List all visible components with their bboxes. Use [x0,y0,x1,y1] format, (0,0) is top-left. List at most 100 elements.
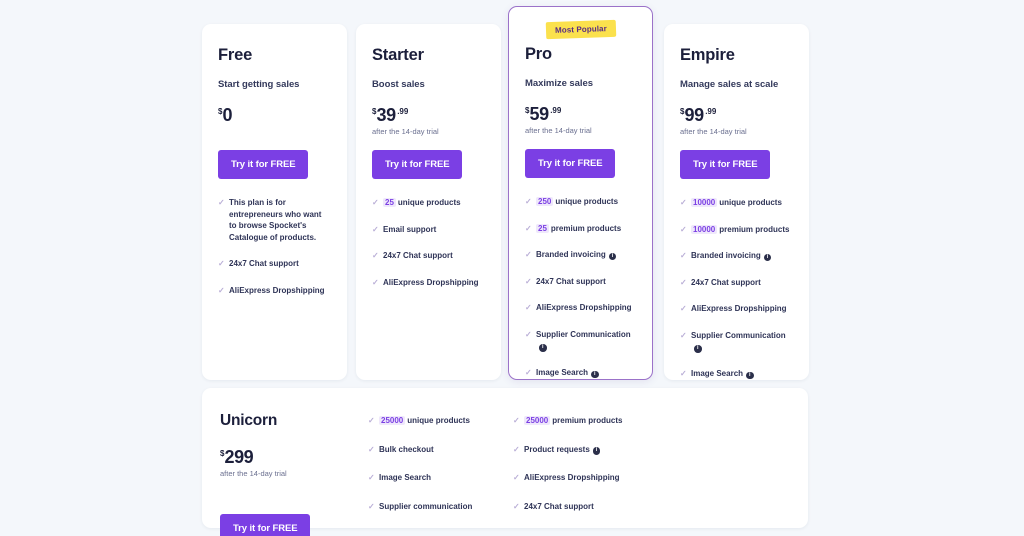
check-icon: ✓ [368,416,375,425]
feature-label: AliExpress Dropshipping [524,473,620,483]
trial-note: after the 14-day trial [372,127,439,136]
feature-quantity: 10000 [691,198,718,207]
check-icon: ✓ [525,197,532,206]
feature-item: ✓ AliExpress Dropshipping [513,472,622,484]
feature-label: 25 unique products [383,198,461,207]
feature-quantity: 10000 [691,224,718,234]
plan-card-empire: Empire Manage sales at scale $99.99 after t… [664,24,809,380]
info-icon[interactable]: i [694,345,702,353]
price-cents: .99 [705,107,717,116]
plan-card-row: Free Start getting sales $0 Try it for FREE… [202,6,816,380]
feature-item: ✓ Image Search [368,472,513,484]
check-icon: ✓ [680,304,687,314]
info-icon[interactable]: i [592,447,601,455]
try-free-button-pro[interactable]: Try it for FREE [525,149,616,178]
trial-note [218,127,331,137]
feature-list: ✓ 25 unique products ✓ Email support ✓ 24x7 Ch… [372,197,485,288]
feature-label: AliExpress Dropshipping [229,285,325,295]
plan-price: $99.99 [680,106,793,124]
feature-item: ✓ 10000 unique products [680,197,793,209]
price-cents: .99 [397,107,409,116]
feature-item: ✓ Branded invoicing i [680,250,793,262]
feature-item: ✓ AliExpress Dropshipping [218,285,331,297]
plan-price: $0 [218,106,331,124]
info-icon[interactable]: i [539,344,547,352]
unicorn-feature-column-1: ✓ 25000 unique products ✓ Bulk checkout ✓ Imag… [368,412,513,528]
plan-card-starter: Starter Boost sales $39.99 after the 14-day… [356,24,501,380]
check-icon: ✓ [680,277,687,287]
feature-item: ✓ Email support [372,224,485,236]
info-icon[interactable]: i [746,371,754,380]
feature-quantity: 25000 [524,416,551,425]
check-icon: ✓ [680,369,687,379]
price-amount: 0 [222,105,233,125]
feature-item: ✓ Supplier Communicationi [525,329,636,352]
feature-label: 10000 premium products [691,224,790,234]
unicorn-trial-note: after the 14-day trial [220,469,287,478]
feature-label: 10000 unique products [691,198,782,207]
check-icon: ✓ [525,303,532,313]
unicorn-try-free-button[interactable]: Try it for FREE [220,514,311,536]
feature-label: This plan is for entrepreneurs who want … [229,198,322,242]
check-icon: ✓ [513,473,520,483]
check-icon: ✓ [680,330,687,340]
feature-label: Image Search [379,473,432,483]
check-icon: ✓ [680,251,687,261]
feature-label: AliExpress Dropshipping [383,277,479,287]
price-cents: .99 [550,106,562,115]
feature-label: Branded invoicing i [536,249,636,261]
price-amount: 99 [684,105,704,125]
feature-item: ✓ 24x7 Chat support [513,501,622,513]
feature-item: ✓ Bulk checkout [368,444,513,456]
unicorn-plan-name: Unicorn [220,412,278,429]
check-icon: ✓ [372,277,379,287]
feature-quantity: 25000 [379,416,406,425]
feature-label: 24x7 Chat support [383,251,453,261]
feature-label: 25 premium products [536,223,622,233]
check-icon: ✓ [513,416,520,425]
check-icon: ✓ [525,250,532,260]
check-icon: ✓ [368,444,375,454]
info-icon[interactable]: i [763,253,772,262]
check-icon: ✓ [372,224,379,234]
feature-label: Image Search i [536,367,636,379]
check-icon: ✓ [525,223,532,233]
most-popular-badge: Most Popular [545,19,616,40]
check-icon: ✓ [513,444,520,454]
try-free-button-starter[interactable]: Try it for FREE [372,150,463,179]
trial-note: after the 14-day trial [525,126,592,135]
price-amount: 59 [529,104,549,124]
feature-item: ✓ AliExpress Dropshipping [525,302,636,314]
feature-list: ✓ 250 unique products ✓ 25 premium products ✓ B… [525,196,636,379]
try-free-button-free[interactable]: Try it for FREE [218,150,309,179]
check-icon: ✓ [368,501,375,511]
feature-label: Supplier communication [379,501,473,511]
pricing-page: Free Start getting sales $0 Try it for FREE… [0,0,1024,536]
plan-tagline: Manage sales at scale [680,79,779,90]
feature-label: AliExpress Dropshipping [536,303,632,313]
check-icon: ✓ [372,198,379,207]
unicorn-feature-column-2: ✓ 25000 premium products ✓ Product requests i… [513,412,622,528]
check-icon: ✓ [218,285,225,295]
check-icon: ✓ [218,198,225,207]
feature-item: ✓ Image Search i [680,368,793,380]
price-amount: 39 [376,105,396,125]
plan-card-free: Free Start getting sales $0 Try it for FREE… [202,24,347,380]
feature-item: ✓ Product requests i [513,444,622,456]
plan-name: Pro [525,45,552,63]
feature-label: Email support [383,224,437,234]
info-icon[interactable]: i [591,370,599,379]
feature-label: 24x7 Chat support [524,501,594,511]
unicorn-price: $ 299 [220,448,368,466]
feature-label: 250 unique products [536,197,619,206]
feature-item: ✓ 25000 premium products [513,415,622,427]
check-icon: ✓ [680,198,687,207]
feature-item: ✓ 25000 unique products [368,415,513,427]
feature-item: ✓ Supplier Communicationi [680,330,793,353]
info-icon[interactable]: i [608,252,617,261]
feature-item: ✓ This plan is for entrepreneurs who want… [218,197,331,243]
feature-item: ✓ AliExpress Dropshipping [680,303,793,315]
feature-item: ✓ Image Search i [525,367,636,379]
plan-name: Empire [680,46,735,64]
try-free-button-empire[interactable]: Try it for FREE [680,150,771,179]
